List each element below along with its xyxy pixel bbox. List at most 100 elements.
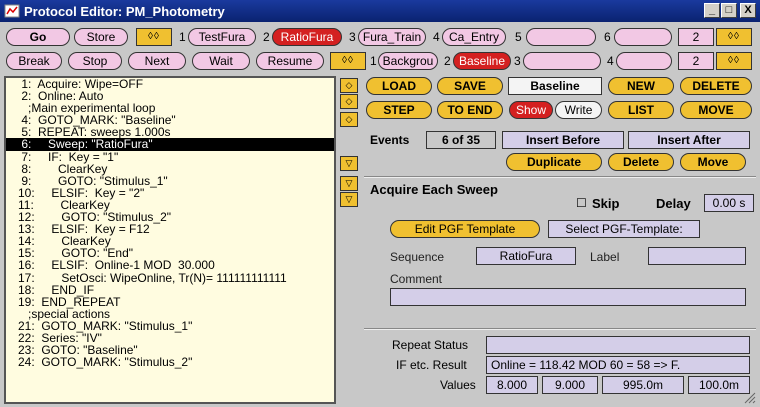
move-event-button[interactable]: Move bbox=[680, 153, 746, 171]
if-result-value: Online = 118.42 MOD 60 = 58 => F. bbox=[486, 356, 750, 374]
skip-checkbox-icon[interactable]: ☐ bbox=[576, 196, 587, 210]
scroll-up-icon[interactable]: ◇ bbox=[340, 78, 358, 93]
toolbar1-counter[interactable]: 2 bbox=[678, 28, 714, 46]
value-3: 995.0m bbox=[602, 376, 684, 394]
list-item[interactable]: 16: ELSIF: Online-1 MOD 30.000 bbox=[6, 259, 334, 271]
list-item[interactable]: 7: IF: Key = "1" bbox=[6, 150, 334, 162]
minimize-button[interactable]: _ bbox=[704, 3, 720, 18]
move-button[interactable]: MOVE bbox=[680, 101, 752, 119]
slot2-4-number: 4 bbox=[607, 54, 614, 68]
new-button[interactable]: NEW bbox=[608, 77, 674, 95]
slot2-4-button[interactable] bbox=[616, 52, 672, 70]
insert-after-button[interactable]: Insert After bbox=[628, 131, 750, 149]
slot-1-number: 1 bbox=[179, 30, 186, 44]
insert-before-button[interactable]: Insert Before bbox=[502, 131, 624, 149]
slot-2-ratiofura-button[interactable]: RatioFura bbox=[272, 28, 342, 46]
write-button[interactable]: Write bbox=[555, 101, 602, 119]
comment-field[interactable] bbox=[390, 288, 746, 306]
app-icon bbox=[4, 4, 20, 18]
maximize-button[interactable]: □ bbox=[721, 3, 737, 18]
status-panel: Repeat Status IF etc. Result Online = 11… bbox=[364, 332, 758, 404]
stop-button[interactable]: Stop bbox=[68, 52, 122, 70]
save-button[interactable]: SAVE bbox=[437, 77, 503, 95]
slot2-2-baseline-button[interactable]: Baseline bbox=[453, 52, 511, 70]
slot2-3-number: 3 bbox=[514, 54, 521, 68]
delete-button[interactable]: DELETE bbox=[680, 77, 752, 95]
repeat-status-value bbox=[486, 336, 750, 354]
list-item[interactable]: 19: END_REPEAT bbox=[6, 296, 334, 308]
slot-5-button[interactable] bbox=[526, 28, 596, 46]
slot2-1-background-button[interactable]: Backgrou bbox=[378, 52, 438, 70]
label-label: Label bbox=[590, 250, 620, 264]
list-scroll-controls: ◇ ◇ ◇ ▽ ▽ ▽ bbox=[338, 76, 360, 216]
repeat-status-label: Repeat Status bbox=[392, 338, 469, 352]
wait-button[interactable]: Wait bbox=[192, 52, 250, 70]
slot2-2-number: 2 bbox=[444, 54, 451, 68]
scroll-down-icon[interactable]: ▽ bbox=[340, 156, 358, 171]
scroll-down-icon-3[interactable]: ▽ bbox=[340, 192, 358, 207]
delay-label: Delay bbox=[656, 196, 691, 211]
go-button[interactable]: Go bbox=[6, 28, 70, 46]
label-field[interactable] bbox=[648, 247, 746, 265]
status-divider bbox=[364, 328, 756, 330]
value-2: 9.000 bbox=[542, 376, 598, 394]
skip-label: Skip bbox=[592, 196, 620, 211]
edit-pgf-template-button[interactable]: Edit PGF Template bbox=[390, 220, 540, 238]
events-count: 6 of 35 bbox=[426, 131, 496, 149]
title-bar[interactable]: Protocol Editor: PM_Photometry _ □ X bbox=[0, 0, 760, 22]
close-button[interactable]: X bbox=[740, 3, 756, 18]
toolbar2-counter-arrows-icon[interactable]: ◊◊ bbox=[716, 52, 752, 70]
delete-event-button[interactable]: Delete bbox=[608, 153, 674, 171]
slot-6-number: 6 bbox=[604, 30, 611, 44]
protocol-editor-window: Protocol Editor: PM_Photometry _ □ X Go … bbox=[0, 0, 760, 407]
toolbar1-arrows-icon[interactable]: ◊◊ bbox=[136, 28, 172, 46]
slot-5-number: 5 bbox=[515, 30, 522, 44]
list-item[interactable]: 17: SetOsci: WipeOnline, Tr(N)= 11111111… bbox=[6, 271, 334, 283]
break-button[interactable]: Break bbox=[6, 52, 62, 70]
sweep-header: Acquire Each Sweep bbox=[370, 182, 498, 197]
list-item[interactable]: 6: Sweep: "RatioFura" bbox=[6, 138, 334, 151]
list-item[interactable]: 8: ClearKey bbox=[6, 163, 334, 175]
events-label: Events bbox=[370, 133, 410, 147]
slot-3-fura-train-button[interactable]: Fura_Train bbox=[358, 28, 426, 46]
sequence-field[interactable]: RatioFura bbox=[476, 247, 576, 265]
comment-label: Comment bbox=[390, 272, 443, 286]
to-end-button[interactable]: TO END bbox=[437, 101, 503, 119]
slot-2-number: 2 bbox=[263, 30, 270, 44]
section-divider bbox=[364, 176, 756, 178]
duplicate-button[interactable]: Duplicate bbox=[506, 153, 602, 171]
step-button[interactable]: STEP bbox=[366, 101, 432, 119]
select-pgf-template-button[interactable]: Select PGF-Template: bbox=[548, 220, 700, 238]
next-button[interactable]: Next bbox=[128, 52, 186, 70]
show-button[interactable]: Show bbox=[509, 101, 553, 119]
scroll-up-icon-2[interactable]: ◇ bbox=[340, 94, 358, 109]
slot2-1-number: 1 bbox=[370, 54, 377, 68]
scroll-down-icon-2[interactable]: ▽ bbox=[340, 176, 358, 191]
list-button[interactable]: LIST bbox=[608, 101, 674, 119]
slot-1-testfura-button[interactable]: TestFura bbox=[188, 28, 256, 46]
store-button[interactable]: Store bbox=[74, 28, 128, 46]
window-title: Protocol Editor: PM_Photometry bbox=[24, 4, 225, 19]
if-result-label: IF etc. Result bbox=[396, 358, 467, 372]
sequence-label: Sequence bbox=[390, 250, 445, 264]
scroll-up-icon-3[interactable]: ◇ bbox=[340, 112, 358, 127]
slot2-3-button[interactable] bbox=[523, 52, 601, 70]
protocol-event-list[interactable]: 1: Acquire: Wipe=OFF 2: Online: Auto ;Ma… bbox=[4, 76, 336, 404]
sequence-name-field[interactable]: Baseline bbox=[508, 77, 602, 95]
values-label: Values bbox=[440, 378, 476, 392]
load-button[interactable]: LOAD bbox=[366, 77, 432, 95]
value-1: 8.000 bbox=[486, 376, 538, 394]
slot-4-ca-entry-button[interactable]: Ca_Entry bbox=[442, 28, 506, 46]
list-item[interactable]: 18: END_IF bbox=[6, 283, 334, 295]
toolbar1-counter-arrows-icon[interactable]: ◊◊ bbox=[716, 28, 752, 46]
toolbar2-arrows-icon[interactable]: ◊◊ bbox=[330, 52, 366, 70]
slot-4-number: 4 bbox=[433, 30, 440, 44]
resume-button[interactable]: Resume bbox=[256, 52, 324, 70]
toolbar2-counter[interactable]: 2 bbox=[678, 52, 714, 70]
delay-input[interactable]: 0.00 s bbox=[704, 194, 754, 212]
slot-6-button[interactable] bbox=[614, 28, 672, 46]
list-item[interactable]: 24: GOTO_MARK: "Stimulus_2" bbox=[6, 356, 334, 368]
value-4: 100.0m bbox=[688, 376, 750, 394]
slot-3-number: 3 bbox=[349, 30, 356, 44]
resize-grip-icon[interactable] bbox=[742, 390, 756, 404]
